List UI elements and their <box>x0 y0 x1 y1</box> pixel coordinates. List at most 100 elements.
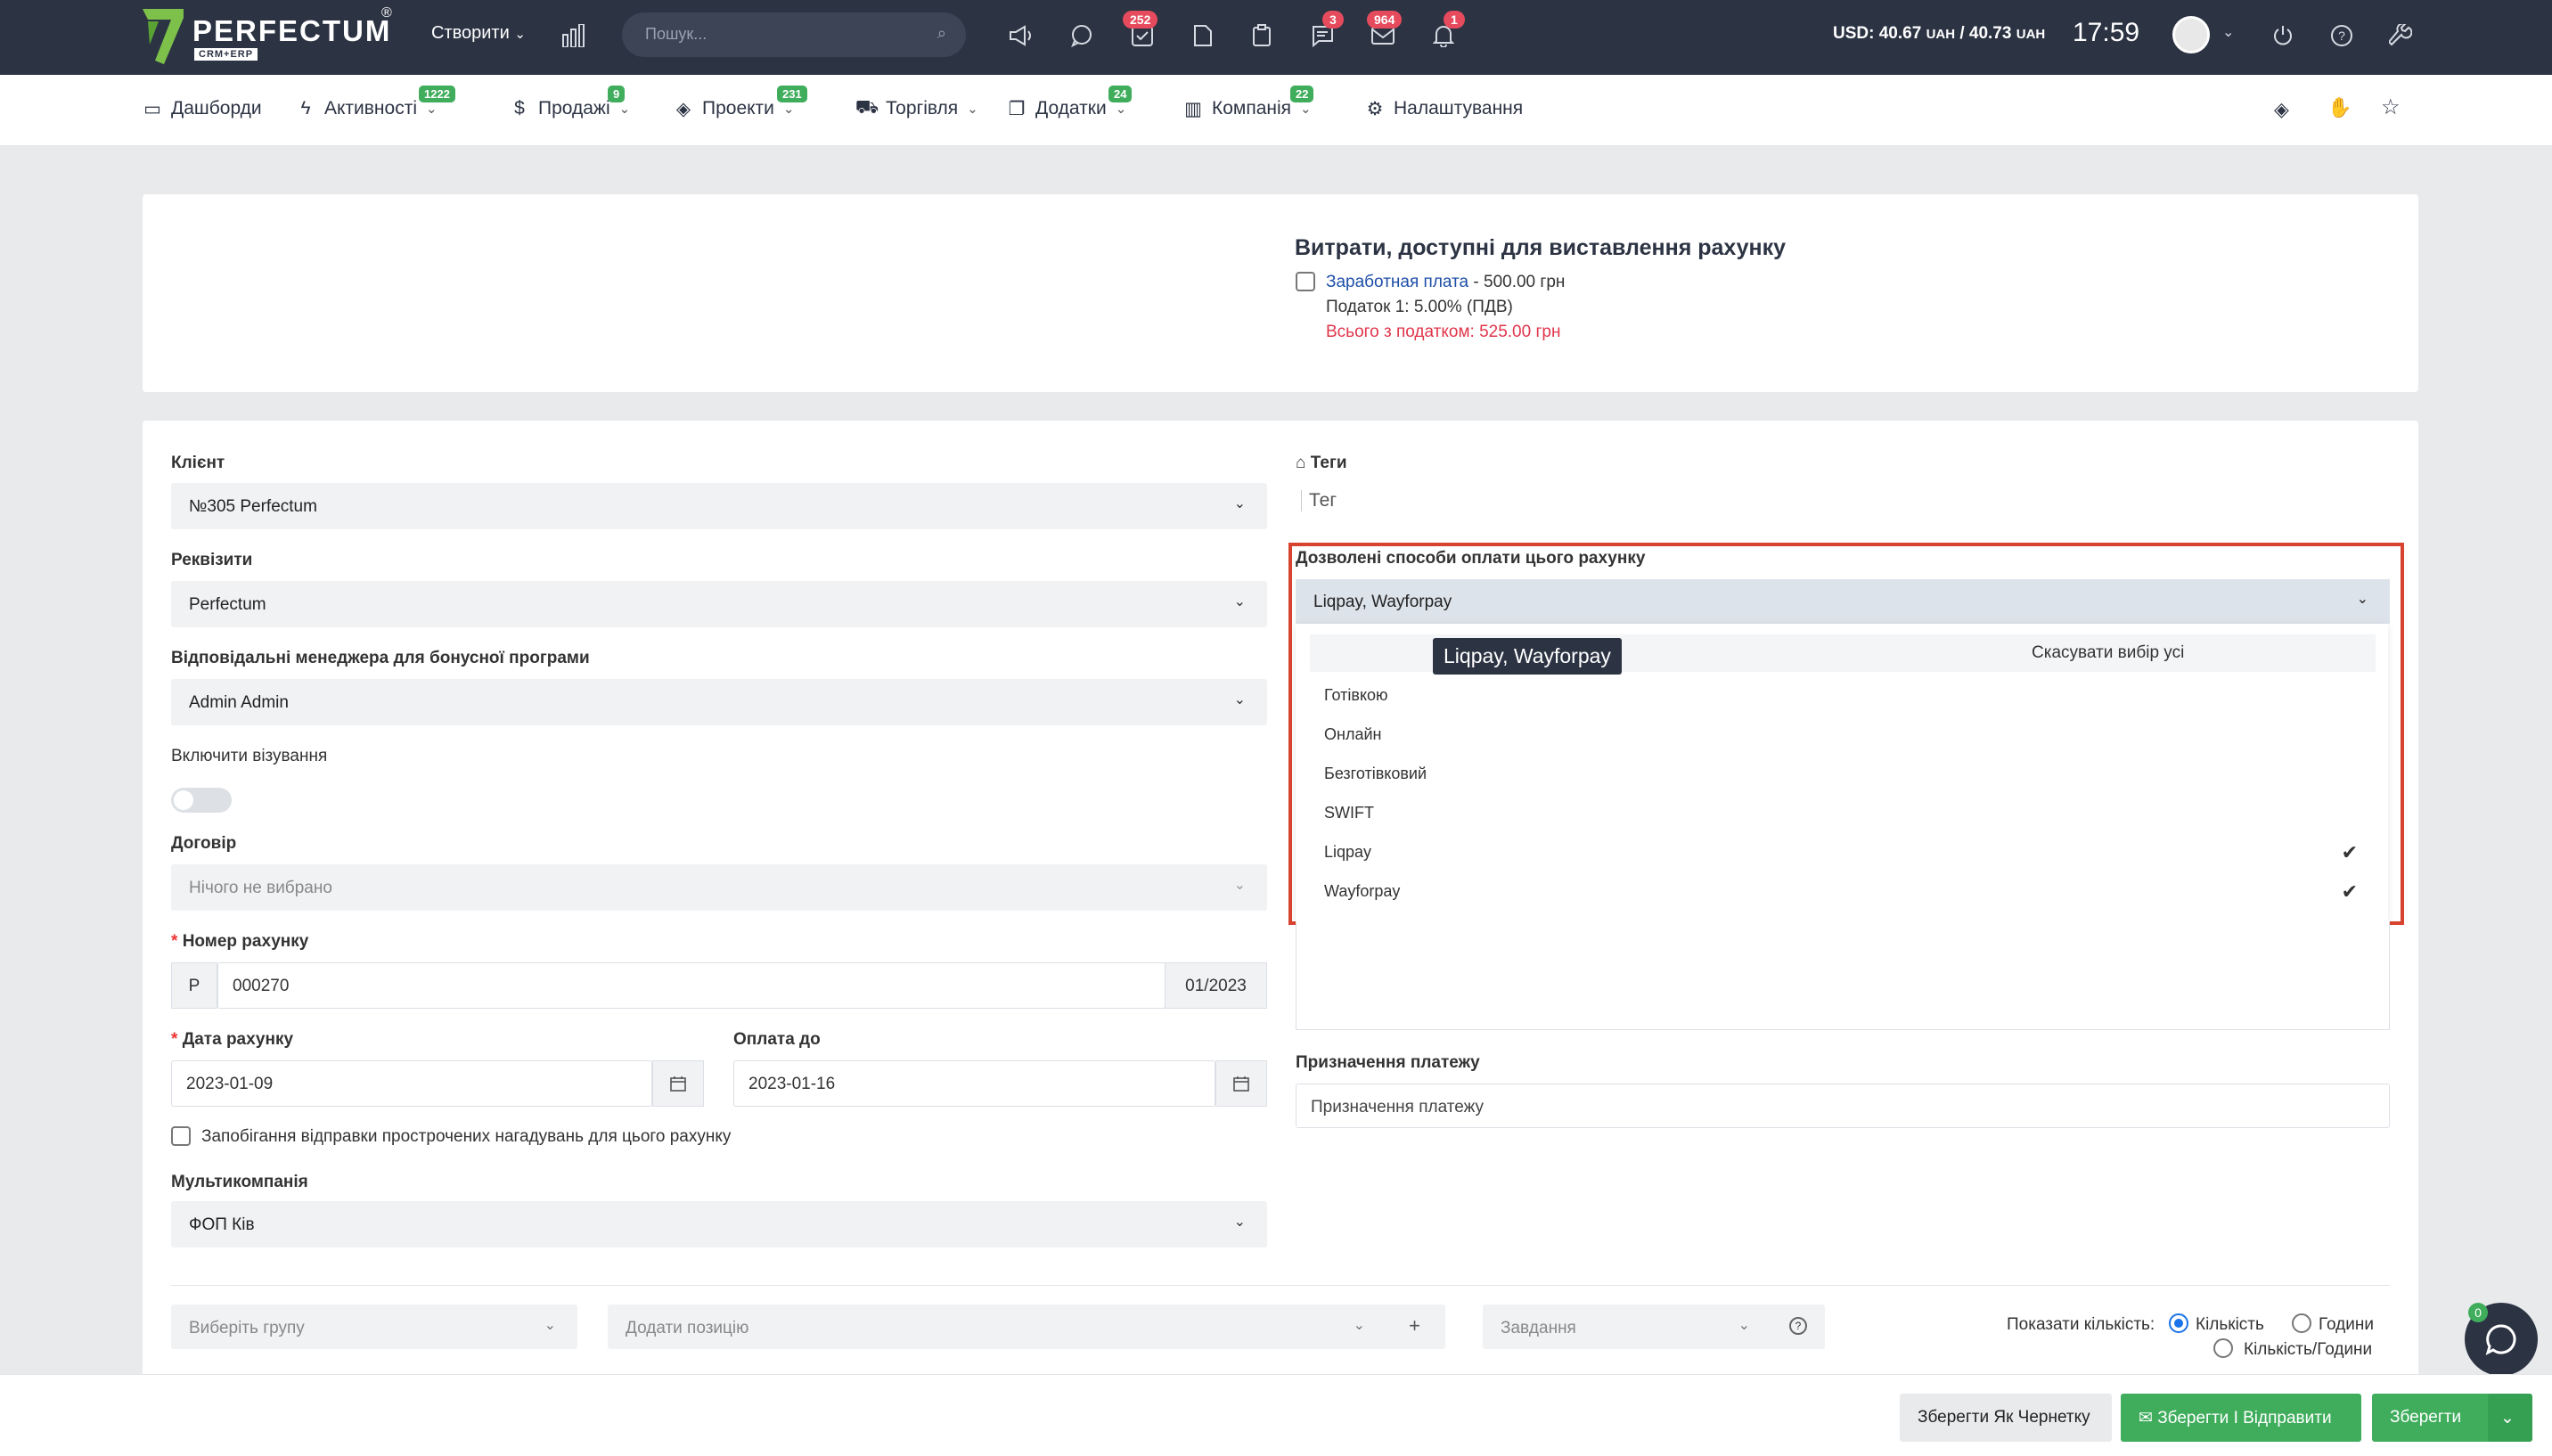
logo-subtitle: CRM+ERP <box>194 48 258 61</box>
notifications-badge: 1 <box>1444 11 1465 29</box>
cart-icon: ⛟ <box>855 97 879 118</box>
contract-label: Договір <box>171 834 237 853</box>
chat-button[interactable]: 0 <box>2465 1303 2538 1376</box>
create-menu[interactable]: Створити ⌄ <box>431 23 526 44</box>
calendar-icon[interactable] <box>652 1060 704 1107</box>
projects-badge: 231 <box>777 86 807 102</box>
radio-qty-hours[interactable] <box>2213 1338 2233 1358</box>
tasks-icon[interactable]: 252 <box>1123 11 1158 52</box>
radio-quantity[interactable] <box>2169 1313 2188 1333</box>
calendar-icon[interactable] <box>1215 1060 1267 1107</box>
invoice-date-input[interactable]: 2023-01-09 <box>171 1060 652 1107</box>
tags-input[interactable]: Тег <box>1301 490 1337 511</box>
dollar-icon: $ <box>514 98 525 119</box>
payment-purpose-label: Призначення платежу <box>1296 1053 1480 1072</box>
svg-text:?: ? <box>2338 29 2345 43</box>
hand-icon[interactable]: ✋ <box>2327 96 2352 119</box>
company-badge: 22 <box>1290 86 1314 102</box>
help-icon[interactable]: ? <box>1789 1317 1807 1335</box>
wrench-icon[interactable] <box>2384 20 2417 52</box>
clipboard-icon[interactable] <box>1246 20 1278 52</box>
client-select[interactable]: №305 Perfectum ⌄ <box>171 483 1267 529</box>
invoice-number-input[interactable]: 000270 <box>217 962 1166 1009</box>
chat-icon <box>2485 1324 2516 1355</box>
chevron-down-icon[interactable]: ⌄ <box>2222 23 2234 41</box>
chevron-down-icon: ⌄ <box>544 1318 556 1333</box>
visa-toggle[interactable] <box>171 788 232 813</box>
gear-icon: ⚙ <box>1366 98 1384 119</box>
activities-badge: 1222 <box>419 86 455 102</box>
logo-text[interactable]: PERFECTUM <box>192 14 391 48</box>
file-icon[interactable] <box>1187 20 1219 52</box>
prevent-reminders-label: Запобігання відправки прострочених нагад… <box>201 1127 732 1146</box>
nav-item-projects[interactable]: ◈ Проекти 231 ⌄ <box>674 86 807 119</box>
group-select[interactable]: Виберіть групу ⌄ <box>171 1305 577 1349</box>
megaphone-icon[interactable] <box>1005 20 1037 52</box>
chevron-down-icon: ⌄ <box>1233 692 1246 708</box>
radio-quantity-label: Кількість <box>2196 1315 2264 1334</box>
nav-item-dashboards[interactable]: ▭ Дашборди <box>143 98 262 119</box>
chevron-down-icon: ⌄ <box>1233 496 1246 511</box>
add-item-select[interactable]: Додати позицію ⌄ + <box>608 1305 1445 1349</box>
radio-hours-label: Години <box>2319 1315 2374 1334</box>
nav-item-trade[interactable]: ⛟ Торгівля ⌄ <box>855 97 978 119</box>
payment-purpose-input[interactable]: Призначення платежу <box>1296 1084 2390 1128</box>
divider <box>171 1285 2390 1286</box>
nav-item-sales[interactable]: $ Продажі 9 ⌄ <box>510 86 631 119</box>
chevron-down-icon: ⌄ <box>618 102 631 117</box>
multicompany-select[interactable]: ФОП Ків ⌄ <box>171 1201 1267 1247</box>
nav-item-settings[interactable]: ⚙ Налаштування <box>1365 98 1524 119</box>
save-options-toggle[interactable]: ⌄ <box>2488 1394 2532 1442</box>
addons-badge: 24 <box>1108 86 1133 102</box>
prevent-reminders-checkbox[interactable] <box>171 1126 191 1146</box>
expense-link[interactable]: Заработная плата <box>1326 273 1468 291</box>
mail-icon[interactable]: 964 <box>1367 11 1403 52</box>
chevron-down-icon: ⌄ <box>967 102 978 117</box>
messages-icon[interactable]: 3 <box>1306 11 1344 52</box>
chevron-down-icon: ⌄ <box>782 102 795 117</box>
radio-hours[interactable] <box>2292 1313 2311 1333</box>
expenses-card: Витрати, доступні для виставлення рахунк… <box>143 194 2418 392</box>
mail-icon: ✉ <box>2139 1409 2153 1427</box>
tooltip: Liqpay, Wayforpay <box>1433 638 1622 675</box>
comment-icon[interactable] <box>1066 20 1098 52</box>
layers-icon: ◈ <box>675 98 691 119</box>
invoice-date-label: * Дата рахунку <box>171 1030 294 1049</box>
tasks-badge: 252 <box>1123 11 1158 29</box>
plus-icon[interactable]: + <box>1409 1314 1420 1337</box>
save-draft-button[interactable]: Зберегти Як Чернетку <box>1900 1394 2112 1442</box>
chevron-down-icon: ⌄ <box>1115 102 1127 117</box>
star-icon[interactable]: ☆ <box>2381 94 2401 120</box>
requisites-select[interactable]: Perfectum ⌄ <box>171 581 1267 627</box>
task-select[interactable]: Завдання ⌄? <box>1483 1305 1825 1349</box>
help-icon[interactable]: ? <box>2326 20 2358 52</box>
layers-icon[interactable]: ◈ <box>2274 98 2289 121</box>
chevron-down-icon: ⌄ <box>1300 102 1312 117</box>
copy-icon: ❐ <box>1008 98 1026 119</box>
expense-checkbox[interactable] <box>1296 272 1315 291</box>
manager-select[interactable]: Admin Admin ⌄ <box>171 679 1267 725</box>
bell-icon[interactable]: 1 <box>1427 11 1465 52</box>
chart-icon[interactable] <box>558 20 590 52</box>
avatar[interactable] <box>2172 16 2210 53</box>
tag-icon: ⌂ <box>1296 454 1306 472</box>
top-bar: PERFECTUM ® CRM+ERP Створити ⌄ Пошук... ⌕… <box>0 0 2552 75</box>
client-label: Клієнт <box>171 454 225 472</box>
messages-badge: 3 <box>1322 11 1344 29</box>
multicompany-label: Мультикомпанія <box>171 1173 308 1191</box>
chevron-down-icon: ⌄ <box>1233 1215 1246 1230</box>
nav-item-activities[interactable]: ϟ Активності 1222 ⌄ <box>296 86 455 119</box>
search-input[interactable]: Пошук... ⌕ <box>622 12 966 57</box>
save-send-button[interactable]: ✉ Зберегти І Відправити <box>2121 1394 2361 1442</box>
nav-item-addons[interactable]: ❐ Додатки 24 ⌄ <box>1007 86 1133 119</box>
save-button[interactable]: Зберегти <box>2372 1394 2506 1442</box>
invoice-prefix: P <box>171 962 217 1009</box>
bolt-icon: ϟ <box>300 98 311 119</box>
power-icon[interactable] <box>2267 20 2299 52</box>
expenses-title: Витрати, доступні для виставлення рахунк… <box>1295 235 1787 260</box>
textarea[interactable] <box>1296 921 2390 1030</box>
expense-total: Всього з податком: 525.00 грн <box>1326 323 1561 341</box>
due-date-input[interactable]: 2023-01-16 <box>733 1060 1215 1107</box>
contract-select[interactable]: Нічого не вибрано ⌄ <box>171 864 1267 911</box>
nav-item-company[interactable]: ▥ Компанія 22 ⌄ <box>1183 86 1314 119</box>
